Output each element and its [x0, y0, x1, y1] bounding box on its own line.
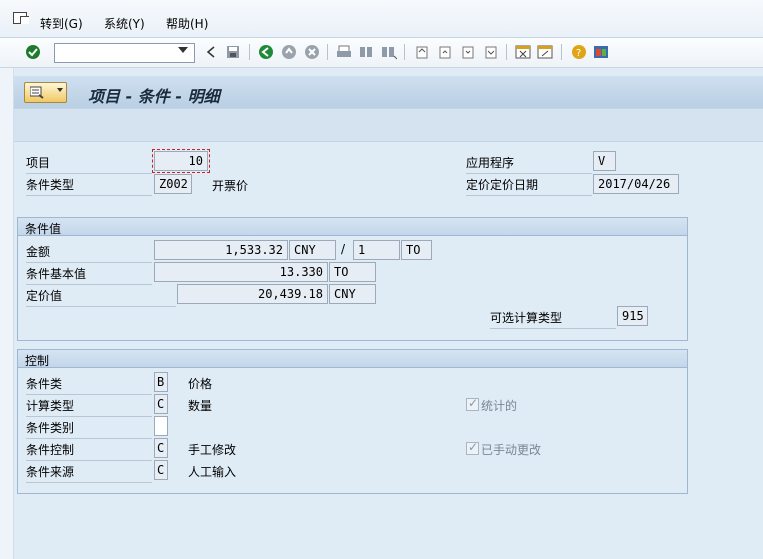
pricing-value-field[interactable]: 20,439.18	[177, 284, 328, 304]
amount-unit-field[interactable]: TO	[401, 240, 432, 260]
condition-origin-field[interactable]: C	[154, 460, 168, 480]
next-page-icon[interactable]	[460, 44, 476, 60]
pricing-value-label: 定价值	[26, 287, 176, 307]
condition-class-field[interactable]: B	[154, 372, 168, 392]
menu-system[interactable]: 系统(Y)	[104, 15, 145, 32]
item-field[interactable]: 10	[152, 149, 210, 173]
back-arrow-icon[interactable]	[204, 44, 220, 60]
condition-type-field[interactable]: Z002	[154, 174, 192, 194]
alt-calc-field[interactable]: 915	[617, 306, 648, 326]
chevron-down-icon	[57, 88, 63, 92]
application-field[interactable]: V	[593, 151, 616, 171]
per-separator: /	[341, 242, 346, 256]
control-header: 控制	[18, 350, 687, 368]
base-value-field[interactable]: 13.330	[154, 262, 328, 282]
menu-toggle-icon[interactable]	[13, 12, 29, 24]
find-next-icon[interactable]	[381, 44, 398, 60]
base-unit-field[interactable]: TO	[329, 262, 376, 282]
condition-type-desc: 开票价	[212, 179, 249, 193]
page-title: 项目 - 条件 - 明细	[88, 87, 220, 106]
screen-options-icon	[29, 86, 44, 102]
amount-field[interactable]: 1,533.32	[154, 240, 288, 260]
print-icon[interactable]	[336, 44, 352, 60]
svg-text:?: ?	[576, 48, 581, 59]
cancel-icon[interactable]	[304, 44, 320, 60]
condition-origin-label: 条件来源	[26, 463, 152, 483]
condition-control-label: 条件控制	[26, 441, 152, 461]
exit-icon[interactable]	[281, 44, 297, 60]
back-icon[interactable]	[258, 44, 274, 60]
pricing-date-field[interactable]: 2017/04/26	[593, 174, 679, 194]
condition-control-field[interactable]: C	[154, 438, 168, 458]
manual-changed-checkbox[interactable]	[466, 440, 479, 455]
condition-category-field[interactable]	[154, 416, 168, 436]
amount-currency-field[interactable]: CNY	[289, 240, 336, 260]
left-strip	[0, 68, 14, 559]
find-icon[interactable]	[358, 44, 374, 60]
save-icon[interactable]	[225, 44, 241, 60]
pricing-currency-field[interactable]: CNY	[329, 284, 376, 304]
statistical-label: 统计的	[481, 399, 518, 413]
condition-origin-desc: 人工输入	[188, 465, 237, 479]
manual-changed-label: 已手动更改	[481, 443, 542, 457]
condition-type-label: 条件类型	[26, 176, 152, 196]
condition-category-label: 条件类别	[26, 419, 152, 439]
condition-class-label: 条件类	[26, 375, 152, 395]
chevron-down-icon[interactable]	[178, 47, 188, 53]
layout-icon[interactable]	[593, 44, 609, 60]
prev-page-icon[interactable]	[437, 44, 453, 60]
first-page-icon[interactable]	[414, 44, 430, 60]
last-page-icon[interactable]	[483, 44, 499, 60]
screen-options-button[interactable]	[24, 82, 67, 103]
menu-goto[interactable]: 转到(G)	[40, 15, 83, 32]
calc-type-field[interactable]: C	[154, 394, 168, 414]
menu-help[interactable]: 帮助(H)	[166, 15, 208, 32]
command-field[interactable]	[54, 43, 195, 63]
base-value-label: 条件基本值	[26, 265, 152, 285]
enter-icon[interactable]	[25, 44, 41, 60]
amount-qty-field[interactable]: 1	[353, 240, 400, 260]
condition-class-desc: 价格	[188, 377, 213, 391]
pricing-date-label: 定价定价日期	[466, 176, 592, 196]
application-toolbar	[14, 108, 763, 142]
calc-type-label: 计算类型	[26, 397, 152, 417]
new-session-icon[interactable]	[515, 44, 531, 60]
toolbar-separator	[506, 44, 507, 60]
toolbar-separator	[404, 44, 405, 60]
calc-type-desc: 数量	[188, 399, 213, 413]
amount-label: 金额	[26, 243, 152, 263]
toolbar-separator	[561, 44, 562, 60]
help-icon[interactable]: ?	[571, 44, 587, 60]
shortcut-icon[interactable]	[537, 44, 553, 60]
application-label: 应用程序	[466, 154, 592, 174]
condition-control-desc: 手工修改	[188, 443, 237, 457]
condition-values-header: 条件值	[18, 218, 687, 236]
item-label: 项目	[26, 154, 152, 174]
statistical-checkbox[interactable]	[466, 396, 479, 411]
alt-calc-label: 可选计算类型	[490, 309, 616, 329]
toolbar-separator	[327, 44, 328, 60]
toolbar-separator	[249, 44, 250, 60]
